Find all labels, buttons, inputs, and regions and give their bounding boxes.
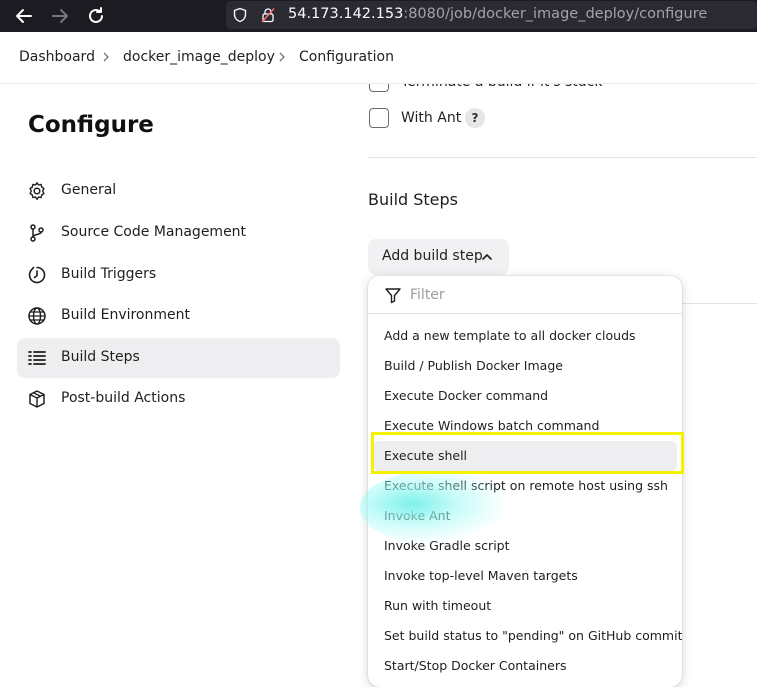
page-title: Configure: [28, 112, 154, 138]
sidebar-item-label: General: [61, 182, 117, 198]
dropdown-item[interactable]: Execute Windows batch command: [373, 411, 677, 441]
dropdown-item-label: Execute Windows batch command: [384, 418, 600, 433]
checkbox-with-ant[interactable]: [369, 108, 389, 128]
build-steps-heading: Build Steps: [368, 190, 459, 209]
chevron-up-icon: [482, 254, 492, 260]
breadcrumb-configuration[interactable]: Configuration: [299, 49, 394, 65]
sidebar-item-build-environment[interactable]: Build Environment: [17, 296, 340, 336]
branch-icon: [30, 224, 44, 242]
dropdown-divider: [368, 313, 682, 314]
dropdown-item-execute-shell[interactable]: Execute shell: [373, 441, 677, 471]
dropdown-item-label: Build / Publish Docker Image: [384, 358, 563, 373]
sidebar-item-label: Build Steps: [61, 349, 140, 365]
dropdown-item-label: Invoke Ant: [384, 508, 451, 523]
insecure-lock-icon[interactable]: [260, 7, 276, 23]
filter-input[interactable]: [410, 284, 660, 306]
dropdown-item-label: Run with timeout: [384, 598, 492, 613]
back-arrow-icon[interactable]: [12, 4, 36, 28]
reload-icon[interactable]: [84, 4, 108, 28]
section-divider: [368, 157, 757, 158]
dropdown-item-label: Start/Stop Docker Containers: [384, 658, 567, 673]
sidebar-item-label: Post-build Actions: [61, 390, 186, 406]
dropdown-item[interactable]: Start/Stop Docker Containers: [373, 651, 677, 681]
sidebar-item-build-steps[interactable]: Build Steps: [17, 338, 340, 378]
shield-icon[interactable]: [232, 7, 248, 23]
dropdown-item-label: Set build status to "pending" on GitHub …: [384, 628, 682, 643]
dropdown-item-label: Invoke top-level Maven targets: [384, 568, 578, 583]
section-divider: [682, 303, 757, 304]
dropdown-item[interactable]: Build / Publish Docker Image: [373, 351, 677, 381]
sidebar-item-label: Build Triggers: [61, 266, 157, 282]
sidebar-item-source-code-management[interactable]: Source Code Management: [17, 213, 340, 253]
filter-icon: [385, 288, 401, 304]
url-bar[interactable]: 54.173.142.153:8080/job/docker_image_dep…: [226, 1, 757, 29]
sidebar-item-general[interactable]: General: [17, 171, 340, 211]
dropdown-item[interactable]: Execute shell script on remote host usin…: [373, 471, 677, 501]
add-build-step-dropdown: Add a new template to all docker clouds …: [368, 276, 682, 687]
url-text: 54.173.142.153:8080/job/docker_image_dep…: [288, 6, 708, 22]
dropdown-item[interactable]: Invoke Gradle script: [373, 531, 677, 561]
checkbox-with-ant-label: With Ant: [401, 110, 462, 126]
dropdown-item-label: Add a new template to all docker clouds: [384, 328, 636, 343]
chevron-right-icon: [103, 52, 109, 62]
dropdown-item[interactable]: Add a new template to all docker clouds: [373, 321, 677, 351]
sidebar-item-label: Source Code Management: [61, 224, 247, 240]
globe-icon: [28, 307, 46, 325]
gear-icon: [29, 182, 45, 200]
clock-icon: [28, 266, 46, 284]
dropdown-item-label: Execute shell script on remote host usin…: [384, 478, 668, 493]
dropdown-item[interactable]: Invoke top-level Maven targets: [373, 561, 677, 591]
dropdown-item[interactable]: Execute Docker command: [373, 381, 677, 411]
sidebar-item-post-build-actions[interactable]: Post-build Actions: [17, 379, 340, 419]
dropdown-item-label: Execute Docker command: [384, 388, 549, 403]
add-build-step-label: Add build step: [382, 248, 483, 264]
dropdown-item-label: Invoke Gradle script: [384, 538, 510, 553]
breadcrumb-dashboard[interactable]: Dashboard: [19, 49, 95, 65]
add-build-step-button[interactable]: Add build step: [368, 239, 509, 275]
sidebar-item-build-triggers[interactable]: Build Triggers: [17, 255, 340, 295]
dropdown-item-label: Execute shell: [384, 448, 468, 463]
breadcrumb-bar: Dashboard docker_image_deploy Configurat…: [0, 32, 757, 84]
box-icon: [29, 390, 45, 408]
dropdown-item[interactable]: Set build status to "pending" on GitHub …: [373, 621, 682, 651]
list-icon: [28, 351, 46, 365]
dropdown-item[interactable]: Run with timeout: [373, 591, 677, 621]
dropdown-item[interactable]: Invoke Ant: [373, 501, 677, 531]
forward-arrow-icon[interactable]: [48, 4, 72, 28]
breadcrumb-job[interactable]: docker_image_deploy: [123, 49, 275, 65]
chevron-right-icon: [279, 52, 285, 62]
help-icon[interactable]: ?: [465, 108, 485, 128]
browser-toolbar: 54.173.142.153:8080/job/docker_image_dep…: [0, 0, 757, 32]
sidebar-item-label: Build Environment: [61, 307, 190, 323]
